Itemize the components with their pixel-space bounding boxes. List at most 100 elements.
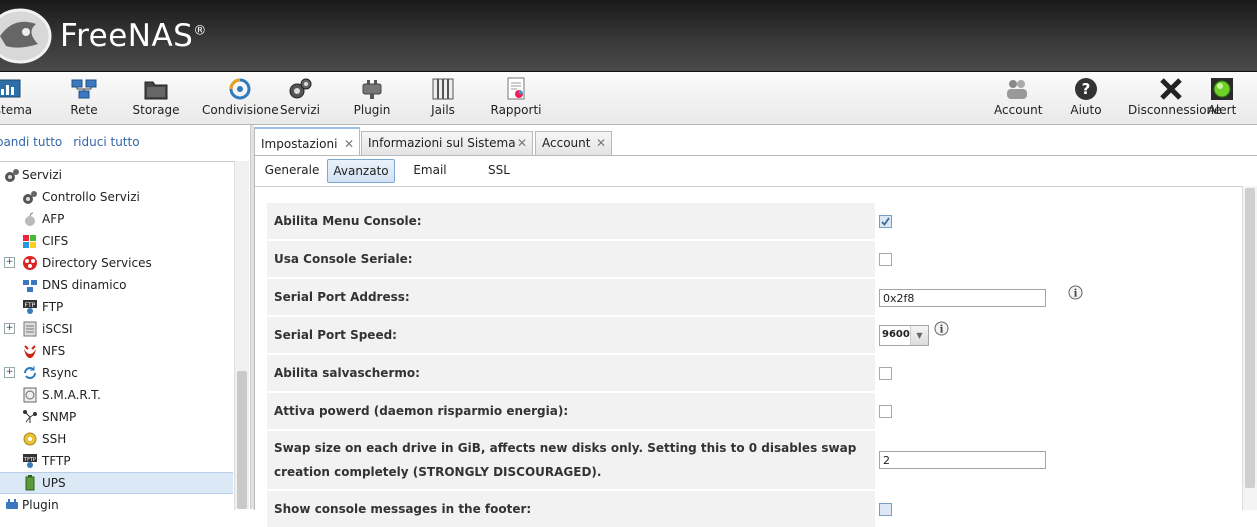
info-icon[interactable]: i bbox=[934, 321, 949, 336]
tree-item-smart[interactable]: S.M.A.R.T. bbox=[0, 384, 233, 406]
plugin-icon bbox=[362, 80, 382, 99]
tree-item-controllo-servizi[interactable]: Controllo Servizi bbox=[0, 186, 233, 208]
tree-item-label: Controllo Servizi bbox=[42, 190, 140, 204]
tree-item-iscsi[interactable]: + iSCSI bbox=[0, 318, 233, 340]
serial-console-checkbox[interactable] bbox=[879, 253, 892, 266]
tree-item-dns-dinamico[interactable]: DNS dinamico bbox=[0, 274, 233, 296]
tree-expander[interactable]: + bbox=[4, 257, 15, 268]
tab-informazioni-sistema[interactable]: Informazioni sul Sistema ✕ bbox=[361, 131, 533, 155]
ftp-icon: FTP bbox=[23, 300, 37, 314]
tree-item-ssh[interactable]: SSH bbox=[0, 428, 233, 450]
tree-expander[interactable]: + bbox=[4, 323, 15, 334]
alert-icon bbox=[1211, 78, 1233, 100]
tftp-icon: TFTP bbox=[23, 454, 37, 468]
form-row-swap-size: Swap size on each drive in GiB, affects … bbox=[267, 431, 1239, 489]
toolbar-help-button[interactable]: ? Aiuto bbox=[1068, 72, 1104, 124]
toolbar-network-button[interactable]: Rete bbox=[64, 72, 104, 124]
content-scrollbar[interactable] bbox=[1242, 186, 1257, 510]
form-row-powerd: Attiva powerd (daemon risparmio energia)… bbox=[267, 393, 1239, 429]
tree-item-label: UPS bbox=[42, 476, 66, 490]
info-icon[interactable]: i bbox=[1068, 285, 1083, 300]
tree-item-label: SSH bbox=[42, 432, 67, 446]
field-label: Serial Port Speed: bbox=[267, 317, 875, 353]
network-icon bbox=[71, 79, 97, 99]
reports-icon bbox=[507, 77, 525, 100]
tree-scrollbar-thumb[interactable] bbox=[237, 371, 247, 509]
close-icon[interactable]: ✕ bbox=[517, 132, 527, 155]
tree-item-label: AFP bbox=[42, 212, 65, 226]
console-messages-checkbox[interactable] bbox=[879, 503, 892, 516]
tab-impostazioni[interactable]: Impostazioni ✕ bbox=[254, 127, 360, 157]
app-header: FreeNAS® bbox=[0, 0, 1257, 72]
storage-icon bbox=[144, 81, 168, 100]
tree-expander[interactable]: + bbox=[4, 367, 15, 378]
main-toolbar: Sistema Rete Storage Condivisione Serviz… bbox=[0, 72, 1257, 125]
subtab-ssl[interactable]: SSL bbox=[477, 159, 521, 181]
tree-item-directory-services[interactable]: + Directory Services bbox=[0, 252, 233, 274]
subtab-avanzato[interactable]: Avanzato bbox=[327, 159, 395, 183]
swap-size-input[interactable]: 2 bbox=[879, 451, 1046, 469]
toolbar-system-button[interactable]: Sistema bbox=[0, 72, 40, 124]
toolbar-account-button[interactable]: Account bbox=[994, 72, 1042, 124]
close-icon[interactable]: ✕ bbox=[596, 132, 606, 155]
form-row-serial-port-address: Serial Port Address: 0x2f8 i bbox=[267, 279, 1239, 315]
content-scrollbar-thumb[interactable] bbox=[1245, 188, 1255, 488]
toolbar-reports-button[interactable]: Rapporti bbox=[490, 72, 542, 124]
freenas-logo-icon bbox=[0, 8, 52, 64]
tree-item-ups[interactable]: UPS bbox=[0, 472, 233, 494]
nfs-icon bbox=[24, 345, 36, 358]
field-label: Usa Console Seriale: bbox=[267, 241, 875, 277]
toolbar-alert-button[interactable]: Alert bbox=[1204, 72, 1240, 124]
tree-item-label: iSCSI bbox=[42, 322, 73, 336]
subtab-bar: Generale Avanzato Email SSL bbox=[255, 156, 1257, 187]
field-label-line: Swap size on each drive in GiB, affects … bbox=[274, 441, 857, 455]
tree-item-ftp[interactable]: FTP FTP bbox=[0, 296, 233, 318]
toolbar-logout-button[interactable]: Disconnessione bbox=[1128, 72, 1222, 124]
tree-item-cifs[interactable]: CIFS bbox=[0, 230, 233, 252]
expand-all-link[interactable]: Espandi tutto bbox=[0, 135, 62, 149]
toolbar-jails-button[interactable]: Jails bbox=[426, 72, 460, 124]
field-label: Swap size on each drive in GiB, affects … bbox=[267, 431, 875, 489]
tree-item-rsync[interactable]: + Rsync bbox=[0, 362, 233, 384]
navigation-tree: Servizi Controllo Servizi AFP CIFS + Dir… bbox=[0, 161, 235, 512]
subtab-generale[interactable]: Generale bbox=[261, 159, 323, 181]
ssh-icon bbox=[23, 432, 37, 446]
directory-icon bbox=[23, 256, 37, 270]
field-label: Serial Port Address: bbox=[267, 279, 875, 315]
powerd-checkbox[interactable] bbox=[879, 405, 892, 418]
tree-scrollbar[interactable] bbox=[234, 161, 249, 509]
settings-content: Generale Avanzato Email SSL Abilita Menu… bbox=[254, 155, 1257, 527]
collapse-all-link[interactable]: riduci tutto bbox=[73, 135, 139, 149]
tree-item-afp[interactable]: AFP bbox=[0, 208, 233, 230]
toolbar-services-button[interactable]: Servizi bbox=[278, 72, 322, 124]
tree-item-tftp[interactable]: TFTP TFTP bbox=[0, 450, 233, 472]
help-icon: ? bbox=[1075, 78, 1097, 100]
tree-item-label: DNS dinamico bbox=[42, 278, 127, 292]
console-menu-checkbox[interactable] bbox=[879, 215, 892, 228]
services-gear-icon bbox=[5, 169, 19, 182]
check-icon bbox=[881, 217, 890, 226]
system-icon bbox=[0, 79, 21, 98]
navigation-panel: Espandi tutto riduci tutto Servizi Contro… bbox=[0, 125, 250, 512]
tree-item-servizi[interactable]: Servizi bbox=[0, 164, 233, 186]
tree-item-label: CIFS bbox=[42, 234, 69, 248]
windows-icon bbox=[23, 235, 36, 248]
tab-account[interactable]: Account ✕ bbox=[535, 131, 612, 155]
apple-icon bbox=[25, 212, 35, 226]
tree-item-nfs[interactable]: NFS bbox=[0, 340, 233, 362]
toolbar-storage-button[interactable]: Storage bbox=[130, 72, 182, 124]
serial-port-speed-select[interactable]: 9600 ▼ bbox=[879, 325, 929, 346]
tree-item-snmp[interactable]: SNMP bbox=[0, 406, 233, 428]
screensaver-checkbox[interactable] bbox=[879, 367, 892, 380]
snmp-icon bbox=[23, 410, 37, 423]
form-row-serial-console: Usa Console Seriale: bbox=[267, 241, 1239, 277]
toolbar-sharing-button[interactable]: Condivisione bbox=[202, 72, 279, 124]
toolbar-plugin-button[interactable]: Plugin bbox=[352, 72, 392, 124]
serial-port-address-input[interactable]: 0x2f8 bbox=[879, 289, 1046, 307]
gear-icon bbox=[23, 191, 37, 204]
tree-item-label: S.M.A.R.T. bbox=[42, 388, 101, 402]
logout-icon bbox=[1160, 78, 1182, 100]
tree-item-plugin[interactable]: Plugin bbox=[0, 494, 233, 516]
subtab-email[interactable]: Email bbox=[401, 159, 459, 181]
svg-text:?: ? bbox=[1082, 80, 1091, 98]
